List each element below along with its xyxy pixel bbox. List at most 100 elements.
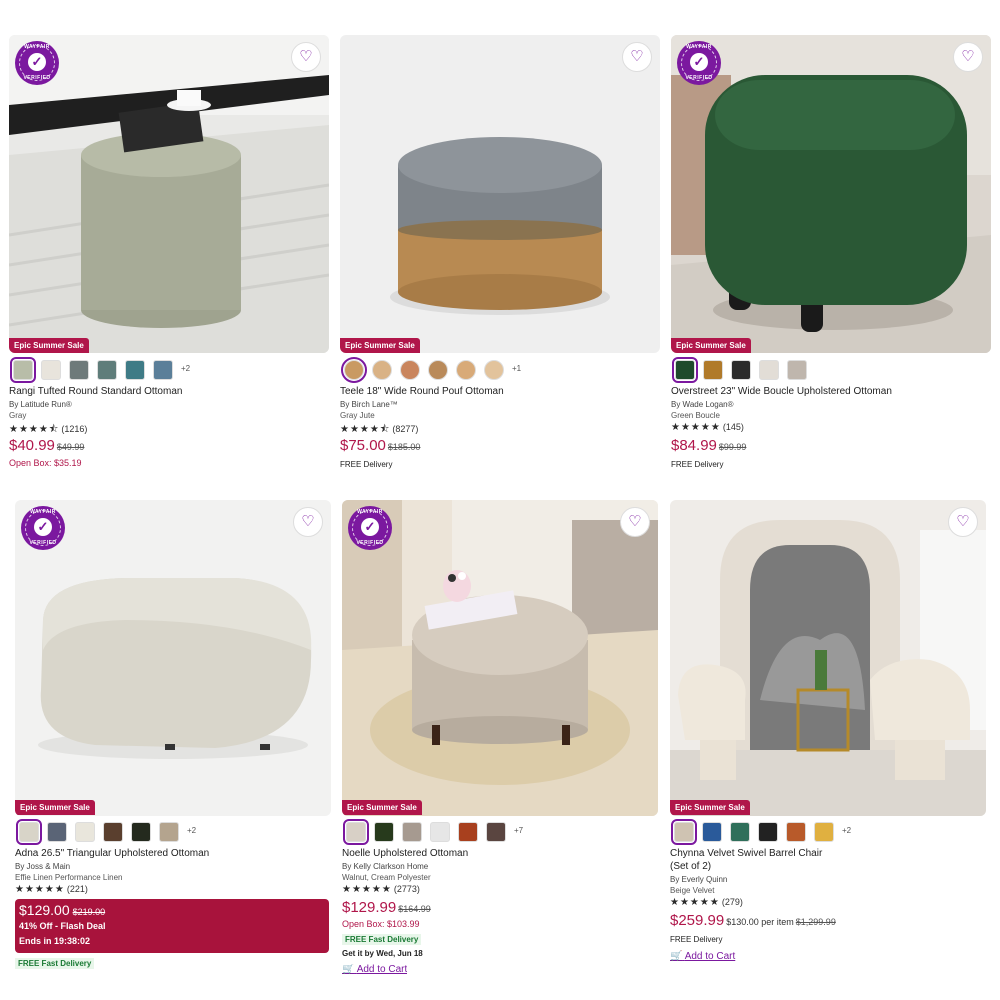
product-title[interactable]: Teele 18" Wide Round Pouf Ottoman (340, 386, 504, 397)
review-count: (1216) (61, 424, 88, 434)
product-card-noelle[interactable]: WAYFAIR ✓ VERIFIED ♡ Epic Summer Sale +7 N… (342, 500, 658, 975)
sale-badge: Epic Summer Sale (671, 338, 751, 353)
product-price: $40.99 $49.99 (9, 437, 85, 454)
color-swatch[interactable] (430, 822, 450, 842)
product-title[interactable]: Chynna Velvet Swivel Barrel Chair (670, 848, 822, 859)
color-swatch[interactable] (131, 822, 151, 842)
product-image[interactable]: WAYFAIR ✓ VERIFIED ♡ Epic Summer Sale (671, 35, 991, 353)
original-price: $1,299.99 (795, 917, 836, 927)
favorite-heart-icon[interactable]: ♡ (948, 507, 978, 537)
product-price: $259.99 $130.00 per item $1,299.99 (670, 912, 836, 929)
more-colors-count[interactable]: +2 (842, 826, 851, 835)
product-card-adna[interactable]: WAYFAIR ✓ VERIFIED ♡ Epic Summer Sale +2 A… (15, 500, 331, 975)
product-variant: Gray (9, 411, 27, 420)
product-variant: Walnut, Cream Polyester (342, 873, 431, 882)
color-swatch[interactable] (672, 357, 698, 383)
color-swatch[interactable] (75, 822, 95, 842)
color-swatch[interactable] (343, 819, 369, 845)
color-swatch[interactable] (456, 360, 476, 380)
per-item-price: $130.00 per item (726, 917, 794, 927)
color-swatch[interactable] (159, 822, 179, 842)
delivery-info: FREE Delivery (670, 935, 723, 944)
sale-badge: Epic Summer Sale (342, 800, 422, 815)
product-image[interactable]: WAYFAIR ✓ VERIFIED ♡ Epic Summer Sale (15, 500, 331, 816)
favorite-heart-icon[interactable]: ♡ (953, 42, 983, 72)
verified-badge-icon: WAYFAIR ✓ VERIFIED (15, 41, 59, 85)
delivery-date: Get it by Wed, Jun 18 (342, 949, 423, 958)
product-card-rangi[interactable]: WAYFAIR ✓ VERIFIED ♡ Epic Summer Sale +2 R… (9, 35, 329, 475)
product-card-overstreet[interactable]: WAYFAIR ✓ VERIFIED ♡ Epic Summer Sale Over… (671, 35, 991, 475)
product-price: $129.99 $164.99 (342, 899, 431, 916)
more-colors-count[interactable]: +1 (512, 364, 521, 373)
original-price: $49.99 (56, 442, 85, 452)
color-swatch[interactable] (41, 360, 61, 380)
open-box-price[interactable]: Open Box: $35.19 (9, 458, 82, 468)
color-swatch[interactable] (814, 822, 834, 842)
flash-deal-banner[interactable]: $129.00 $219.00 41% Off - Flash Deal Ends… (15, 899, 329, 953)
open-box-price[interactable]: Open Box: $103.99 (342, 919, 420, 929)
original-price: $185.00 (387, 442, 421, 452)
product-card-teele[interactable]: ♡ Epic Summer Sale +1 Teele 18" Wide Rou… (340, 35, 660, 475)
color-swatch[interactable] (486, 822, 506, 842)
more-colors-count[interactable]: +2 (187, 826, 196, 835)
color-swatch[interactable] (730, 822, 750, 842)
sale-badge: Epic Summer Sale (15, 800, 95, 815)
favorite-heart-icon[interactable]: ♡ (293, 507, 323, 537)
product-variant: Gray Jute (340, 411, 375, 420)
product-image[interactable]: ♡ Epic Summer Sale (670, 500, 986, 816)
more-colors-count[interactable]: +7 (514, 826, 523, 835)
product-title[interactable]: Adna 26.5" Triangular Upholstered Ottoma… (15, 848, 209, 859)
product-image[interactable]: ♡ Epic Summer Sale (340, 35, 660, 353)
product-variant: Effie Linen Performance Linen (15, 873, 123, 882)
cart-icon: 🛒 (670, 951, 683, 962)
add-to-cart-button[interactable]: 🛒 Add to Cart (342, 964, 407, 975)
color-swatch[interactable] (47, 822, 67, 842)
color-swatch[interactable] (758, 822, 778, 842)
color-swatch[interactable] (484, 360, 504, 380)
color-swatch[interactable] (16, 819, 42, 845)
fast-delivery-badge: FREE Fast Delivery (342, 934, 422, 945)
add-to-cart-button[interactable]: 🛒 Add to Cart (670, 951, 735, 962)
color-swatch[interactable] (374, 822, 394, 842)
color-swatch[interactable] (402, 822, 422, 842)
color-swatch[interactable] (428, 360, 448, 380)
sale-badge: Epic Summer Sale (340, 338, 420, 353)
color-swatch[interactable] (787, 360, 807, 380)
color-swatch[interactable] (759, 360, 779, 380)
product-title[interactable]: Noelle Upholstered Ottoman (342, 848, 468, 859)
favorite-heart-icon[interactable]: ♡ (291, 42, 321, 72)
color-swatch[interactable] (702, 822, 722, 842)
color-swatch[interactable] (153, 360, 173, 380)
color-swatch[interactable] (400, 360, 420, 380)
product-title[interactable]: Rangi Tufted Round Standard Ottoman (9, 386, 182, 397)
favorite-heart-icon[interactable]: ♡ (620, 507, 650, 537)
color-swatch[interactable] (458, 822, 478, 842)
fast-delivery-badge: FREE Fast Delivery (15, 958, 95, 969)
color-swatch[interactable] (731, 360, 751, 380)
product-brand: By Birch Lane™ (340, 400, 398, 409)
color-swatch[interactable] (786, 822, 806, 842)
delivery-info: FREE Delivery (671, 460, 724, 469)
color-swatch[interactable] (372, 360, 392, 380)
color-swatch[interactable] (341, 357, 367, 383)
product-price: $75.00 $185.00 (340, 437, 421, 454)
original-price: $164.99 (398, 904, 431, 914)
product-card-chynna[interactable]: ♡ Epic Summer Sale +2 Chynna Velvet Swiv… (670, 500, 986, 970)
favorite-heart-icon[interactable]: ♡ (622, 42, 652, 72)
review-count: (279) (721, 897, 743, 907)
color-swatch[interactable] (703, 360, 723, 380)
product-brand: By Everly Quinn (670, 875, 728, 884)
color-swatch[interactable] (125, 360, 145, 380)
product-variant: Green Boucle (671, 411, 720, 420)
color-swatch[interactable] (103, 822, 123, 842)
more-colors-count[interactable]: +2 (181, 364, 190, 373)
color-swatch[interactable] (10, 357, 36, 383)
verified-badge-icon: WAYFAIR ✓ VERIFIED (677, 41, 721, 85)
product-title-line-2[interactable]: (Set of 2) (670, 861, 711, 872)
product-title[interactable]: Overstreet 23" Wide Boucle Upholstered O… (671, 386, 892, 397)
product-image[interactable]: WAYFAIR ✓ VERIFIED ♡ Epic Summer Sale (9, 35, 329, 353)
color-swatch[interactable] (69, 360, 89, 380)
color-swatch[interactable] (671, 819, 697, 845)
color-swatch[interactable] (97, 360, 117, 380)
product-image[interactable]: WAYFAIR ✓ VERIFIED ♡ Epic Summer Sale (342, 500, 658, 816)
